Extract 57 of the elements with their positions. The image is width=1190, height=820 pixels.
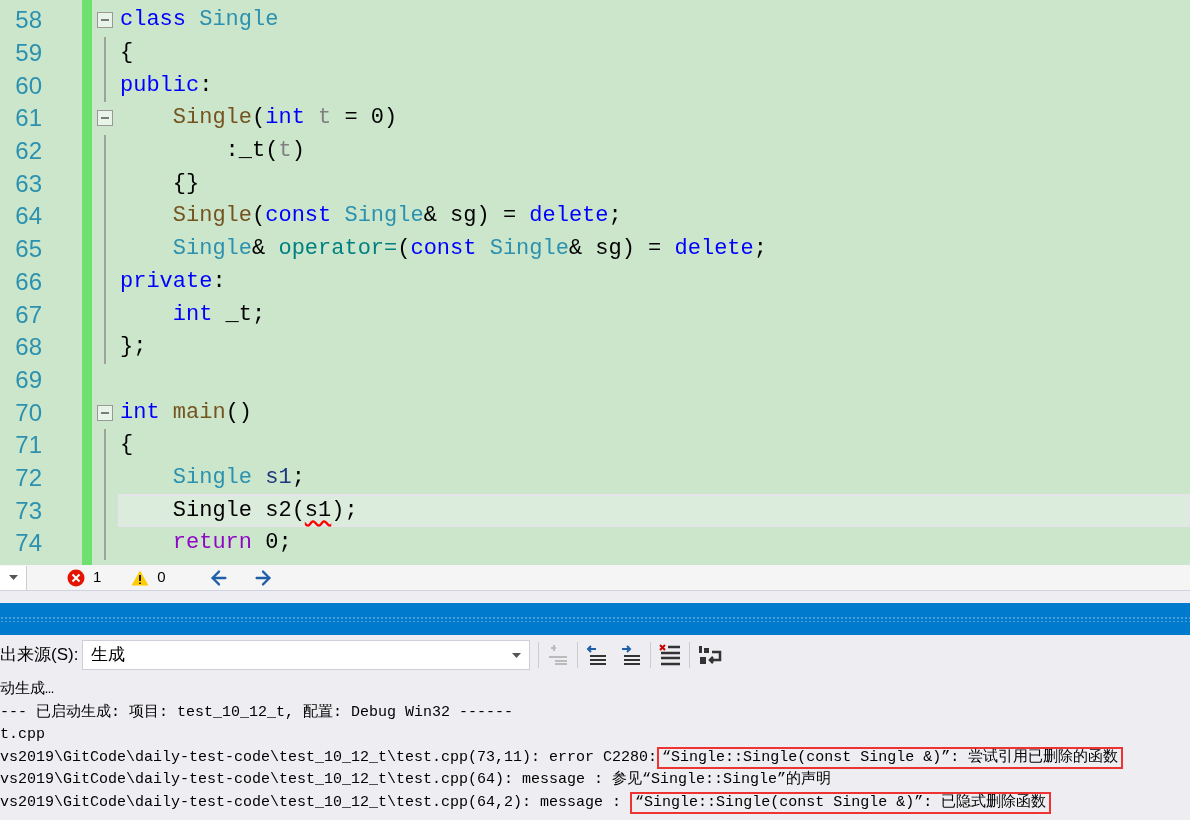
code-line: Single s1; — [171, 466, 305, 489]
collapse-icon[interactable] — [97, 12, 113, 29]
code-line: Single& operator=(const Single& sg) = delete; — [171, 238, 767, 261]
previous-message-icon[interactable] — [586, 645, 609, 665]
line-number: 71 — [14, 433, 42, 458]
source-select[interactable]: 生成 — [82, 640, 531, 670]
output-line: vs2019\GitCode\daily-test-code\test_10_12_t\test.cpp(64): message : 参见“Single::Single”的声明 — [0, 769, 832, 791]
code-line: :_t(t) — [224, 140, 305, 163]
code-line: class Single — [120, 9, 279, 32]
warning-count: 0 — [157, 567, 166, 588]
collapse-icon[interactable] — [97, 110, 113, 127]
line-number: 61 — [14, 106, 42, 131]
code-line: private: — [120, 270, 226, 293]
line-number: 74 — [14, 531, 42, 556]
line-number: 72 — [14, 465, 42, 490]
line-number: 70 — [14, 400, 42, 425]
line-number: 62 — [14, 139, 42, 164]
caret-icon — [8, 575, 18, 580]
error-count: 1 — [93, 567, 102, 588]
line-number: 66 — [14, 269, 42, 294]
output-line: vs2019\GitCode\daily-test-code\test_10_12_t\test.cpp(64,2): message : — [0, 793, 623, 813]
code-line: Single(int t = 0) — [171, 107, 398, 130]
code-line: public: — [120, 74, 213, 97]
dropdown[interactable] — [0, 565, 27, 590]
warning-icon[interactable] — [131, 569, 150, 586]
line-number: 64 — [14, 204, 42, 229]
line-number: 73 — [14, 498, 42, 523]
code-line: }; — [120, 336, 147, 359]
line-number: 68 — [14, 335, 42, 360]
error-icon[interactable] — [67, 568, 85, 587]
collapse-icon[interactable] — [97, 404, 113, 421]
highlighted-message: “Single::Single(const Single &)”: 已隐式删除函数 — [630, 792, 1052, 815]
caret-icon — [512, 652, 522, 658]
output-line: vs2019\GitCode\daily-test-code\test_10_12_t\test.cpp(73,11): error C2280: — [0, 747, 658, 768]
line-number: 67 — [14, 302, 42, 327]
code-line: {} — [171, 172, 200, 195]
code-line: { — [120, 434, 134, 457]
source-label: 出来源(S): — [0, 644, 80, 667]
code-line: int main() — [120, 401, 253, 424]
output-line: t.cpp — [0, 725, 45, 746]
code-line: Single(const Single& sg) = delete; — [171, 205, 622, 228]
next-message-icon[interactable] — [620, 645, 643, 665]
code-line: int _t; — [171, 303, 266, 326]
code-line: { — [120, 42, 134, 65]
clear-all-icon[interactable] — [659, 644, 682, 666]
output-line: --- 已启动生成: 项目: test_10_12_t, 配置: Debug Win32 ------ — [0, 702, 514, 723]
line-number: 63 — [14, 171, 42, 196]
highlighted-message: “Single::Single(const Single &)”: 尝试引用已删除的函数 — [657, 747, 1124, 770]
code-line: Single s2(s1); — [171, 499, 358, 522]
line-number: 69 — [14, 367, 42, 392]
output-line: 动生成… — [0, 679, 54, 701]
line-number: 59 — [14, 41, 42, 66]
line-number: 60 — [14, 73, 42, 98]
code-line: return 0; — [171, 532, 292, 555]
word-wrap-icon[interactable] — [698, 644, 723, 666]
line-number: 58 — [14, 8, 42, 33]
line-number: 65 — [14, 237, 42, 262]
